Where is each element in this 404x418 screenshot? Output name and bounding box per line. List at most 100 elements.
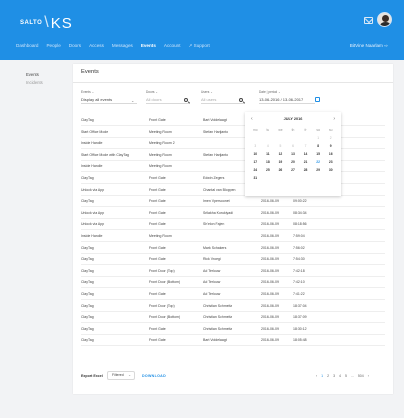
- cal-day[interactable]: 9: [324, 143, 337, 149]
- cal-weekday: tu: [266, 128, 270, 132]
- nav-messages[interactable]: Messages: [112, 43, 133, 49]
- table-cell: ClayTag: [81, 326, 94, 331]
- table-cell: Bart Voldelaagt: [203, 118, 227, 122]
- page-title: Events: [81, 69, 99, 75]
- cal-day[interactable]: 26: [274, 167, 287, 173]
- nav-access[interactable]: Access: [89, 43, 104, 49]
- cal-day[interactable]: 3: [249, 143, 262, 149]
- table-row[interactable]: ClayTag Front Door (Bottom) Christian Schm…: [81, 312, 385, 324]
- table-cell: 2016-06-09: [261, 303, 279, 308]
- page-link[interactable]: ›: [368, 374, 369, 378]
- table-row[interactable]: ClayTag Front Door (Bottom) Ad Terlouw 2016…: [81, 277, 385, 289]
- cal-day[interactable]: 15: [312, 151, 325, 157]
- search-icon[interactable]: [239, 98, 243, 102]
- table-row[interactable]: Unlock via App Front Gate Sh'elon Fajen 201…: [81, 219, 385, 231]
- export-format-value: Filtered: [112, 373, 124, 377]
- page-link[interactable]: 5: [345, 374, 347, 378]
- avatar[interactable]: [377, 12, 392, 27]
- table-row[interactable]: ClayTag Front Gate Bart Voldelaagt 2016-06-…: [81, 335, 385, 347]
- table-row[interactable]: ClayTag Front Gate Christian Schmeitz 2016-…: [81, 324, 385, 335]
- table-row[interactable]: ClayTag Front Gate Imen Vpersoonet 2016-06-…: [81, 196, 385, 208]
- table-row[interactable]: ClayTag Front Gate Rick Vroegi 2016-06-09 7:…: [81, 254, 385, 266]
- cal-day[interactable]: 4: [262, 143, 275, 149]
- table-row[interactable]: Inside Handle Meeting Room 2016-06-09 7:59:…: [81, 231, 385, 242]
- nav-events[interactable]: Events: [141, 43, 156, 49]
- cal-day[interactable]: 13: [287, 151, 300, 157]
- cal-day[interactable]: 24: [249, 167, 262, 173]
- page-link: ...: [350, 374, 354, 378]
- table-cell: Stefan Harijanto: [203, 152, 229, 157]
- cal-grid: mo tu we th fr sa su 1 2 3 4 5 6 7 8 9 10 11 12 13 14 15 16 17 1…: [249, 127, 337, 181]
- cal-day: [262, 175, 275, 181]
- cal-day[interactable]: 2: [324, 135, 337, 141]
- cal-day[interactable]: 17: [249, 159, 262, 165]
- table-cell: Christian Schmeitz: [203, 326, 233, 331]
- cal-day[interactable]: 8: [312, 143, 325, 149]
- cal-day[interactable]: 27: [287, 167, 300, 173]
- table-row[interactable]: ClayTag Front Gate Ad Terlouw 2016-06-09 7:4…: [81, 289, 385, 300]
- table-cell: Front Gate: [149, 222, 166, 227]
- table-cell: 08:18:56: [293, 222, 307, 227]
- cal-day[interactable]: 6: [287, 143, 300, 149]
- calendar-icon[interactable]: [315, 97, 320, 102]
- table-cell: Mark Schakers: [203, 245, 227, 250]
- nav-doors[interactable]: Doors: [69, 43, 81, 49]
- mail-icon[interactable]: [364, 17, 373, 24]
- table-cell: Front Gate: [149, 292, 166, 296]
- nav-account[interactable]: Account: [164, 43, 181, 49]
- date-filter-label: Date | period ⌄: [259, 90, 281, 94]
- table-row[interactable]: ClayTag Front Door (Top) Christian Schmeit…: [81, 301, 385, 312]
- nav-support[interactable]: ↗ Support: [189, 43, 210, 49]
- cal-day[interactable]: 29: [312, 167, 325, 173]
- cal-day[interactable]: 5: [274, 143, 287, 149]
- table-cell: Bart Voldelaagt: [203, 338, 227, 343]
- cal-day[interactable]: 18: [262, 159, 275, 165]
- export-format-select[interactable]: Filtered ⌄: [107, 371, 135, 380]
- table-cell: 09:00:22: [293, 199, 307, 204]
- doors-filter-label: Doors ⌄: [146, 90, 159, 94]
- cal-day[interactable]: 21: [299, 159, 312, 165]
- cal-day[interactable]: 22: [312, 159, 325, 165]
- cal-next-button[interactable]: ›: [333, 116, 335, 122]
- page-link[interactable]: ‹: [316, 374, 317, 378]
- cal-day[interactable]: 31: [249, 175, 262, 181]
- table-cell: 2016-06-09: [261, 210, 279, 215]
- date-filter-input[interactable]: 13-06-2016 / 13-06-2017: [259, 97, 315, 104]
- sidebar-item-events[interactable]: Events: [26, 72, 43, 77]
- cal-day[interactable]: 19: [274, 159, 287, 165]
- cal-day: [287, 175, 300, 181]
- search-icon[interactable]: [184, 98, 188, 102]
- download-button[interactable]: DOWNLOAD: [142, 374, 166, 378]
- table-cell: ClayTag: [81, 268, 94, 273]
- cal-day[interactable]: 20: [287, 159, 300, 165]
- cal-day[interactable]: 28: [299, 167, 312, 173]
- nav-people[interactable]: People: [46, 43, 60, 49]
- page-link[interactable]: 504: [358, 374, 364, 378]
- cal-day[interactable]: 14: [299, 151, 312, 157]
- cal-day[interactable]: 23: [324, 159, 337, 165]
- cal-day[interactable]: 30: [324, 167, 337, 173]
- page-link[interactable]: 3: [333, 374, 335, 378]
- cal-day[interactable]: 12: [274, 151, 287, 157]
- cal-day: [249, 135, 262, 141]
- cal-day[interactable]: 10: [249, 151, 262, 157]
- table-row[interactable]: ClayTag Front Gate Mark Schakers 2016-06-09…: [81, 243, 385, 254]
- cal-day[interactable]: 16: [324, 151, 337, 157]
- cal-day[interactable]: 7: [299, 143, 312, 149]
- cal-day[interactable]: 11: [262, 151, 275, 157]
- table-row[interactable]: Unlock via App Front Gate Srilakha Korukiy…: [81, 208, 385, 219]
- event-filter-select[interactable]: Display all events: [81, 97, 137, 104]
- user-menu[interactable]: BitVine Naarlam ⇨: [350, 43, 388, 49]
- table-cell: 2016-06-09: [261, 338, 279, 343]
- sidebar-item-incidents[interactable]: Incidents: [26, 80, 43, 85]
- table-cell: 08:34:34: [293, 210, 307, 215]
- table-row[interactable]: ClayTag Front Door (Top) Ad Terlouw 2016-06…: [81, 266, 385, 277]
- cal-day[interactable]: 25: [262, 167, 275, 173]
- table-cell: Front Gate: [149, 326, 166, 331]
- page-link[interactable]: 1: [321, 374, 323, 378]
- page-link[interactable]: 4: [339, 374, 341, 378]
- cal-day[interactable]: 1: [312, 135, 325, 141]
- table-cell: Unlock via App: [81, 222, 105, 227]
- nav-dashboard[interactable]: Dashboard: [16, 43, 38, 49]
- page-link[interactable]: 2: [327, 374, 329, 378]
